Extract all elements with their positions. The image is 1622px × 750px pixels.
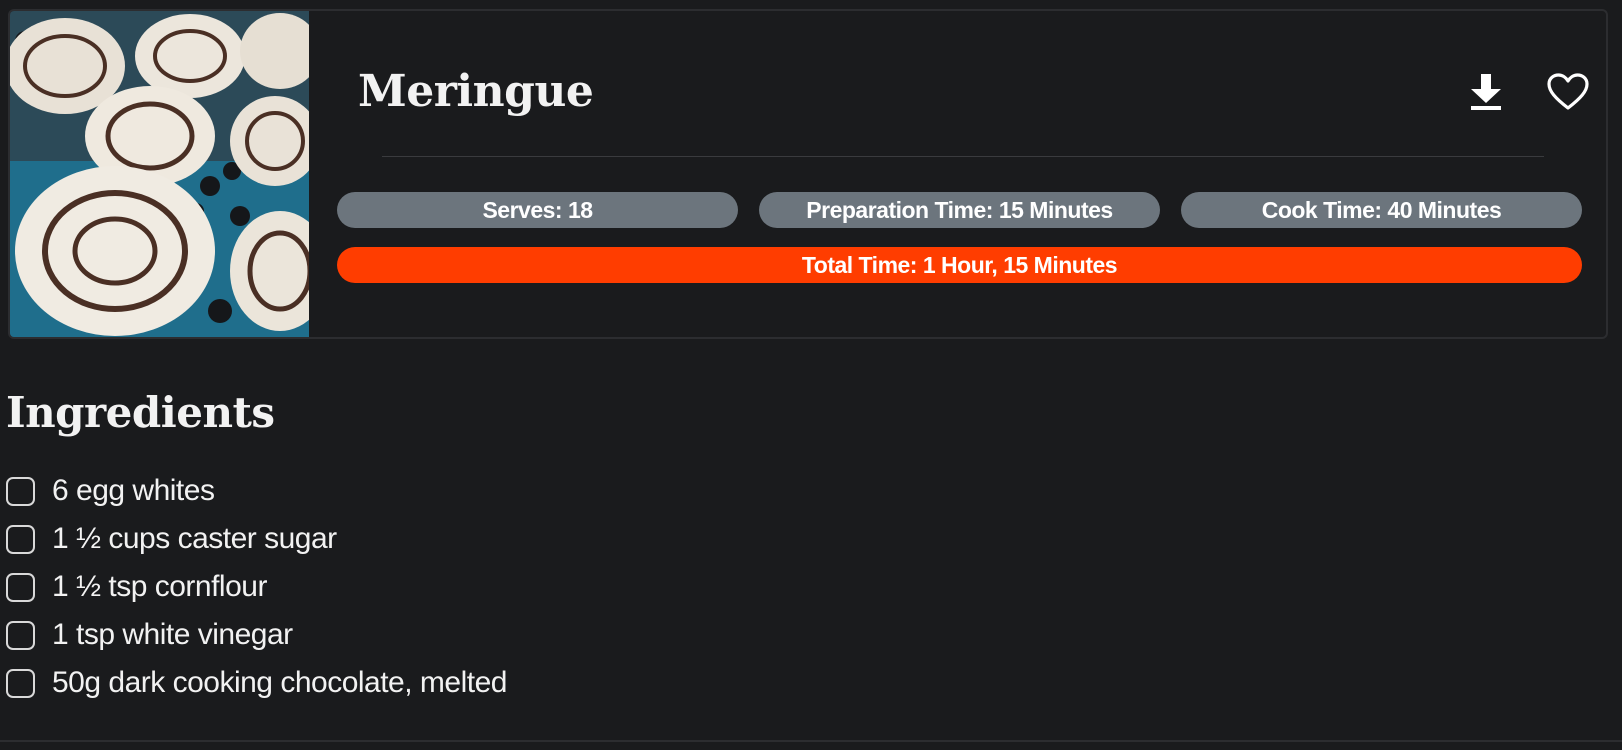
ingredient-item[interactable]: 50g dark cooking chocolate, melted xyxy=(6,659,507,707)
title-divider xyxy=(382,156,1544,157)
cook-time-badge: Cook Time: 40 Minutes xyxy=(1181,192,1582,228)
ingredients-heading: Ingredients xyxy=(6,388,275,437)
ingredient-item[interactable]: 1 ½ cups caster sugar xyxy=(6,515,507,563)
ingredient-checkbox[interactable] xyxy=(6,476,35,506)
favorite-button[interactable] xyxy=(1547,71,1589,113)
ingredient-label: 1 ½ cups caster sugar xyxy=(52,522,337,555)
ingredient-checkbox[interactable] xyxy=(6,620,35,650)
ingredient-checkbox[interactable] xyxy=(6,668,35,698)
ingredient-label: 50g dark cooking chocolate, melted xyxy=(52,666,507,699)
total-time-badge: Total Time: 1 Hour, 15 Minutes xyxy=(337,247,1582,283)
ingredient-checkbox[interactable] xyxy=(6,572,35,602)
recipe-card: Meringue Serves: 18 Preparation Time: 15… xyxy=(8,9,1608,339)
ingredient-label: 1 ½ tsp cornflour xyxy=(52,570,267,603)
ingredient-item[interactable]: 1 ½ tsp cornflour xyxy=(6,563,507,611)
download-button[interactable] xyxy=(1465,71,1507,113)
section-divider xyxy=(0,740,1622,742)
ingredient-checkbox[interactable] xyxy=(6,524,35,554)
ingredient-label: 6 egg whites xyxy=(52,474,215,507)
recipe-image xyxy=(10,11,309,337)
meringue-photo xyxy=(10,11,309,337)
download-icon xyxy=(1471,74,1501,110)
ingredients-list: 6 egg whites 1 ½ cups caster sugar 1 ½ t… xyxy=(6,467,507,707)
serves-badge: Serves: 18 xyxy=(337,192,738,228)
ingredient-label: 1 tsp white vinegar xyxy=(52,618,293,651)
ingredient-item[interactable]: 6 egg whites xyxy=(6,467,507,515)
recipe-title: Meringue xyxy=(358,66,594,117)
ingredient-item[interactable]: 1 tsp white vinegar xyxy=(6,611,507,659)
prep-time-badge: Preparation Time: 15 Minutes xyxy=(759,192,1160,228)
heart-outline-icon xyxy=(1547,73,1589,110)
recipe-actions xyxy=(1465,71,1589,113)
